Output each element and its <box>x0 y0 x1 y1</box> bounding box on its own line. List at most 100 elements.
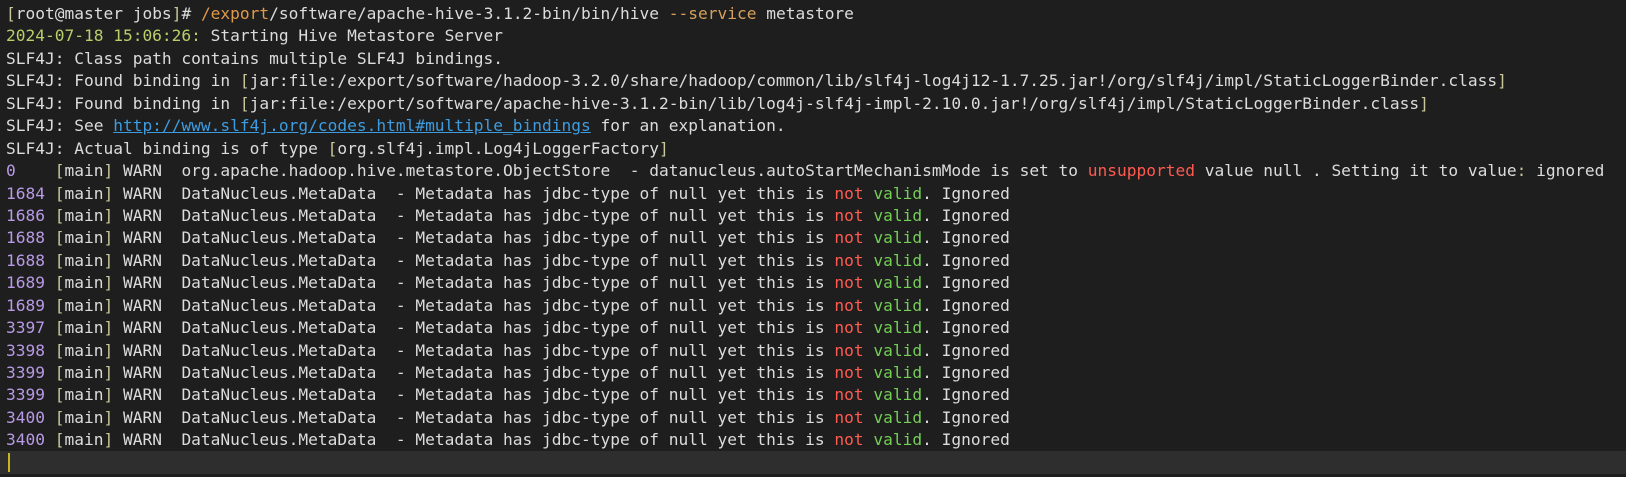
log-segment: 2024-07-18 15:06:26: <box>6 26 201 46</box>
log-segment: ] <box>658 138 669 158</box>
log-segment: valid <box>873 407 923 427</box>
log-segment: SLF4J: Found binding in <box>6 93 240 113</box>
log-segment: value null . Setting it to value <box>1195 161 1517 181</box>
log-segment: not <box>834 228 864 248</box>
log-segment: valid <box>873 228 923 248</box>
input-line[interactable] <box>0 451 1626 474</box>
log-segment: main <box>64 363 104 382</box>
log-line: 3397 [main] WARN DataNucleus.MetaData - … <box>6 317 1626 339</box>
log-segment: ] <box>103 430 114 450</box>
log-segment: WARN DataNucleus.MetaData - Metadata has… <box>113 430 835 450</box>
log-segment: . Ignored <box>922 430 1010 450</box>
log-segment: valid <box>873 295 923 315</box>
log-segment: # <box>181 4 201 23</box>
log-segment: : <box>1516 161 1527 181</box>
log-segment: not <box>834 318 864 338</box>
log-line: SLF4J: Actual binding is of type [org.sl… <box>6 138 1626 160</box>
log-line: 3400 [main] WARN DataNucleus.MetaData - … <box>6 429 1626 451</box>
log-segment: main <box>64 407 104 427</box>
log-segment: . Ignored <box>922 340 1010 360</box>
log-segment: 1686 <box>6 205 45 225</box>
log-segment: --service <box>668 4 757 23</box>
log-segment: 3399 <box>6 363 45 382</box>
log-segment <box>864 206 874 225</box>
log-segment: . Ignored <box>922 205 1010 225</box>
log-segment: 0 <box>6 161 16 181</box>
log-segment: valid <box>873 363 923 382</box>
log-segment: main <box>64 161 104 181</box>
log-segment: [ <box>6 4 16 23</box>
log-segment: ] <box>103 250 114 270</box>
log-line: SLF4J: Class path contains multiple SLF4… <box>6 48 1626 70</box>
log-segment: WARN DataNucleus.MetaData - Metadata has… <box>113 205 835 225</box>
log-segment: ] <box>103 318 114 338</box>
log-segment: main <box>64 250 104 270</box>
log-segment <box>45 273 55 292</box>
log-segment: 1689 <box>6 273 45 293</box>
log-line: 1684 [main] WARN DataNucleus.MetaData - … <box>6 183 1626 205</box>
log-line: 3399 [main] WARN DataNucleus.MetaData - … <box>6 384 1626 406</box>
log-line: 1688 [main] WARN DataNucleus.MetaData - … <box>6 227 1626 249</box>
terminal-window[interactable]: [root@master jobs]# /export/software/apa… <box>0 0 1626 477</box>
log-line: 3400 [main] WARN DataNucleus.MetaData - … <box>6 407 1626 429</box>
log-segment: ] <box>103 273 114 293</box>
log-segment: ] <box>103 385 114 405</box>
log-segment: valid <box>873 205 923 225</box>
log-line: 0 [main] WARN org.apache.hadoop.hive.met… <box>6 160 1626 182</box>
log-segment: WARN DataNucleus.MetaData - Metadata has… <box>113 273 835 293</box>
log-segment: . Ignored <box>922 228 1010 248</box>
doc-link[interactable]: http://www.slf4j.org/codes.html#multiple… <box>113 116 591 135</box>
log-segment <box>16 161 55 180</box>
log-segment: WARN DataNucleus.MetaData - Metadata has… <box>113 295 835 315</box>
log-segment: . Ignored <box>922 385 1010 405</box>
log-segment <box>45 228 55 247</box>
log-line: 1688 [main] WARN DataNucleus.MetaData - … <box>6 250 1626 272</box>
log-segment: SLF4J: See <box>6 116 114 136</box>
log-segment: not <box>834 273 864 293</box>
log-segment: [ <box>239 71 250 91</box>
log-segment: . Ignored <box>922 407 1010 427</box>
log-segment <box>45 408 55 427</box>
log-segment: WARN DataNucleus.MetaData - Metadata has… <box>113 228 835 248</box>
log-segment: main <box>64 295 104 315</box>
log-segment: jar:file:/export/software/hadoop-3.2.0/s… <box>249 71 1498 91</box>
log-segment: 3397 <box>6 318 45 338</box>
log-segment: 1689 <box>6 295 45 315</box>
log-segment <box>45 318 55 337</box>
log-segment: not <box>834 385 864 405</box>
log-segment: /export <box>200 4 270 23</box>
log-segment <box>864 273 874 292</box>
log-segment: jar:file:/export/software/apache-hive-3.… <box>249 93 1420 113</box>
log-segment: ] <box>103 363 114 382</box>
log-segment: ] <box>103 205 114 225</box>
log-segment <box>45 296 55 315</box>
log-segment: ] <box>1497 71 1507 91</box>
log-segment: ] <box>103 340 114 360</box>
log-segment <box>45 385 55 404</box>
log-line: 3399 [main] WARN DataNucleus.MetaData - … <box>6 362 1626 384</box>
log-segment: ] <box>1419 93 1429 113</box>
log-segment: ] <box>103 161 114 181</box>
log-segment: root@master jobs <box>15 4 172 23</box>
log-segment: valid <box>873 250 923 270</box>
log-line: SLF4J: Found binding in [jar:file:/expor… <box>6 93 1626 115</box>
log-segment <box>864 251 874 270</box>
log-segment: WARN DataNucleus.MetaData - Metadata has… <box>113 363 835 382</box>
log-line: 1686 [main] WARN DataNucleus.MetaData - … <box>6 205 1626 227</box>
log-segment: main <box>64 318 104 338</box>
log-segment: /software/apache-hive-3.1.2-bin/bin/hive <box>269 4 669 23</box>
log-segment <box>864 341 874 360</box>
log-segment: . Ignored <box>922 295 1010 315</box>
log-segment: not <box>834 295 864 315</box>
log-segment: . Ignored <box>922 318 1010 338</box>
log-segment: . Ignored <box>922 183 1010 203</box>
log-segment: . Ignored <box>922 273 1010 293</box>
log-segment: valid <box>873 340 923 360</box>
log-segment: valid <box>873 385 923 405</box>
log-segment: ignored <box>1526 161 1605 181</box>
log-segment: valid <box>873 183 923 203</box>
log-segment: ] <box>103 407 114 427</box>
log-segment: not <box>834 430 864 450</box>
log-line: 1689 [main] WARN DataNucleus.MetaData - … <box>6 272 1626 294</box>
log-segment: 1688 <box>6 228 45 248</box>
